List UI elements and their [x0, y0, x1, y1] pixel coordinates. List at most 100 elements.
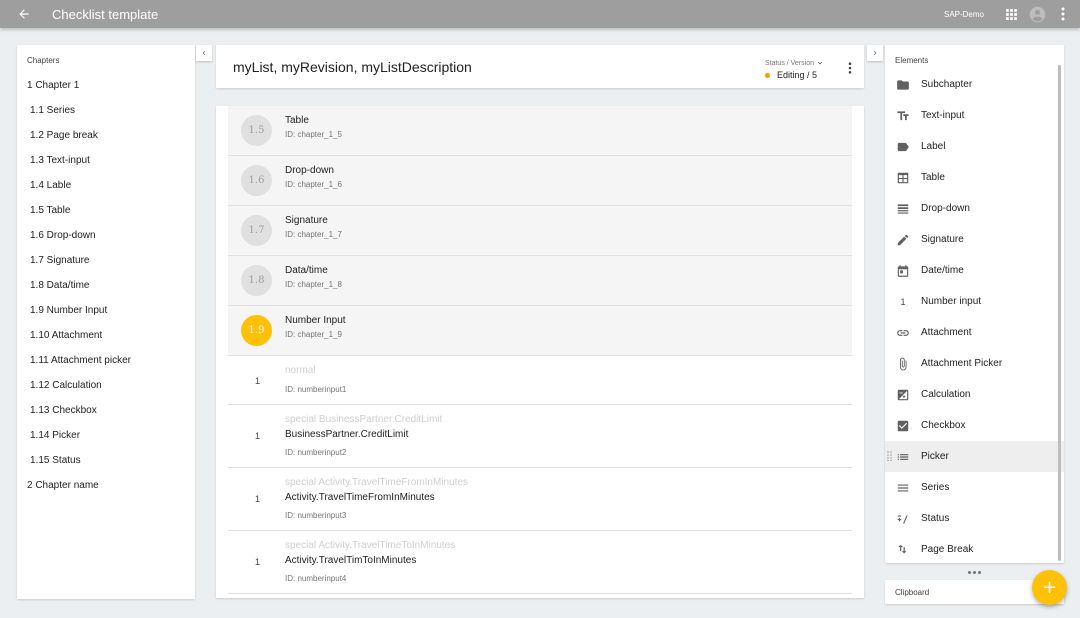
content-list: 1.5 Table ID: chapter_1_5 1.6 Drop-down ID: c…: [228, 106, 852, 594]
number-input-row[interactable]: 1 special Activity.TravelTimeFromInMinute…: [228, 468, 852, 531]
status-label: Status / Version: [764, 59, 814, 67]
chapters-panel: Chapters 1 Chapter 1 1.1 Series 1.2 Page b…: [17, 45, 195, 599]
element-table[interactable]: Table: [885, 162, 1064, 193]
add-button[interactable]: +: [1032, 570, 1067, 605]
chapter-item[interactable]: 1.3 Text-input: [17, 148, 195, 173]
element-picker[interactable]: Picker: [885, 441, 1064, 472]
chapter-item[interactable]: 1.7 Signature: [17, 248, 195, 273]
element-name: Activity.TravelTimeFromInMinutes: [285, 492, 435, 503]
element-label: Date/time: [921, 265, 964, 276]
element-text-input[interactable]: Text-input: [885, 100, 1064, 131]
chapter-number-badge: 1.7: [241, 215, 272, 246]
chevron-right-icon: [873, 51, 877, 55]
chapter-row-name: Table: [285, 115, 309, 126]
checkbox-icon: [885, 419, 921, 433]
element-label: Number input: [921, 296, 982, 307]
list-more-button[interactable]: [848, 61, 852, 79]
number-input-row[interactable]: 1 special Activity.TravelTimeToInMinutes A…: [228, 531, 852, 594]
element-date-time[interactable]: Date/time: [885, 255, 1064, 286]
chapter-item[interactable]: 2 Chapter name: [17, 473, 195, 498]
chapter-item[interactable]: 1.4 Lable: [17, 173, 195, 198]
chapter-item[interactable]: 1.11 Attachment picker: [17, 348, 195, 373]
number-input-row[interactable]: 1 normal ID: numberinput1: [228, 356, 852, 405]
number-one-icon: 1: [255, 494, 261, 504]
element-name: Activity.TravelTimToInMinutes: [285, 555, 417, 566]
more-vert-icon: [1061, 7, 1065, 21]
chapter-row-id: ID: chapter_1_5: [285, 130, 342, 139]
collapse-chapters-button[interactable]: [196, 45, 212, 61]
chapter-item[interactable]: 1.2 Page break: [17, 123, 195, 148]
list-header: myList, myRevision, myListDescription St…: [216, 45, 864, 88]
status-dot: [764, 72, 770, 78]
chapter-item[interactable]: 1.10 Attachment: [17, 323, 195, 348]
element-label: Calculation: [921, 389, 971, 400]
chapter-item[interactable]: 1.8 Data/time: [17, 273, 195, 298]
element-label: Checkbox: [921, 420, 966, 431]
chapter-item[interactable]: 1.14 Picker: [17, 423, 195, 448]
chapter-item[interactable]: 1.9 Number Input: [17, 298, 195, 323]
element-status[interactable]: Status: [885, 503, 1064, 534]
drag-handle-icon[interactable]: [887, 451, 892, 461]
element-series[interactable]: Series: [885, 472, 1064, 503]
chapter-row-id: ID: chapter_1_6: [285, 180, 342, 189]
element-drop-down[interactable]: Drop-down: [885, 193, 1064, 224]
element-id: ID: numberinput2: [285, 448, 347, 457]
chapter-item[interactable]: 1.15 Status: [17, 448, 195, 473]
element-page-break[interactable]: Page Break: [885, 534, 1064, 565]
chapter-number-badge: 1.6: [241, 165, 272, 196]
number-one-icon: 1: [900, 296, 906, 307]
chapter-item[interactable]: 1.5 Table: [17, 198, 195, 223]
collapse-elements-button[interactable]: [867, 45, 883, 61]
element-special-label: normal: [285, 365, 316, 376]
element-attachment-picker[interactable]: Attachment Picker: [885, 348, 1064, 379]
element-checkbox[interactable]: Checkbox: [885, 410, 1064, 441]
element-calculation[interactable]: Calculation: [885, 379, 1064, 410]
elements-list: Subchapter Text-input Label Table Drop-down S…: [885, 69, 1064, 565]
element-signature[interactable]: Signature: [885, 224, 1064, 255]
element-label: Series: [921, 482, 950, 493]
element-id: ID: numberinput1: [285, 385, 347, 394]
elements-panel: Elements Subchapter Text-input Label Table D…: [885, 45, 1064, 563]
app-bar: Checklist template SAP-Demo: [0, 0, 1080, 28]
element-id: ID: numberinput3: [285, 511, 347, 520]
element-attachment[interactable]: Attachment: [885, 317, 1064, 348]
paperclip-icon: [885, 357, 921, 371]
label-icon: [885, 140, 921, 154]
element-subchapter[interactable]: Subchapter: [885, 69, 1064, 100]
table-grid-icon: [885, 171, 921, 185]
elements-scrollbar[interactable]: [1058, 65, 1061, 561]
chapters-header: Chapters: [27, 56, 60, 65]
chapter-item[interactable]: 1.12 Calculation: [17, 373, 195, 398]
apps-button[interactable]: [998, 0, 1024, 28]
more-horiz-icon[interactable]: [968, 569, 982, 575]
chapter-row[interactable]: 1.5 Table ID: chapter_1_5: [228, 106, 852, 156]
list-lines-icon: [885, 202, 921, 216]
chapter-item[interactable]: 1.13 Checkbox: [17, 398, 195, 423]
chapter-item[interactable]: 1.6 Drop-down: [17, 223, 195, 248]
chapter-number-badge: 1.8: [241, 265, 272, 296]
status-version[interactable]: Status / Version Editing / 5: [764, 59, 824, 80]
chapter-row-name: Data/time: [285, 265, 328, 276]
chapter-row[interactable]: 1.7 Signature ID: chapter_1_7: [228, 206, 852, 256]
more-menu-button[interactable]: [1050, 0, 1076, 28]
chapter-item[interactable]: 1.1 Series: [17, 98, 195, 123]
account-button[interactable]: [1024, 0, 1050, 28]
chapter-row[interactable]: 1.8 Data/time ID: chapter_1_8: [228, 256, 852, 306]
element-id: ID: numberinput4: [285, 574, 347, 583]
back-arrow-icon: [19, 9, 29, 19]
chapter-row[interactable]: 1.9 Number Input ID: chapter_1_9: [228, 306, 852, 356]
calculation-icon: [885, 388, 921, 402]
link-icon: [885, 326, 921, 340]
more-vert-icon: [848, 62, 852, 74]
account-circle-icon: [1029, 6, 1045, 22]
element-number-input[interactable]: 1 Number input: [885, 286, 1064, 317]
chapter-number-badge: 1.9: [241, 315, 272, 346]
element-label: Attachment Picker: [921, 358, 1003, 369]
chapter-row[interactable]: 1.6 Drop-down ID: chapter_1_6: [228, 156, 852, 206]
element-label[interactable]: Label: [885, 131, 1064, 162]
chapter-item[interactable]: 1 Chapter 1: [17, 73, 195, 98]
back-button[interactable]: [10, 0, 38, 28]
series-lines-icon: [885, 481, 921, 495]
number-input-row[interactable]: 1 special BusinessPartner.CreditLimit Busi…: [228, 405, 852, 468]
element-label: Status: [921, 513, 950, 524]
